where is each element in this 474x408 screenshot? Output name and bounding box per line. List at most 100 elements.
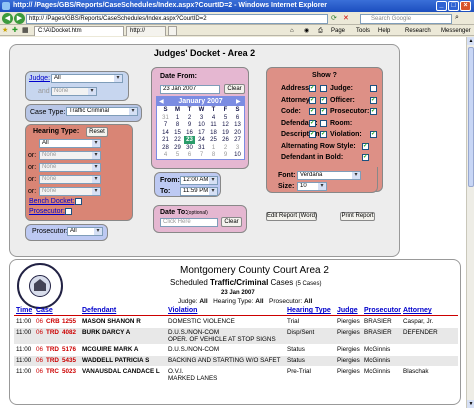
cell-case-number[interactable]: 4082: [62, 329, 76, 336]
feeds-icon[interactable]: ◉: [304, 26, 309, 36]
show-option-checkbox[interactable]: [320, 119, 327, 127]
back-button[interactable]: ◀: [2, 13, 13, 24]
time-to-select[interactable]: 11:59 PM: [180, 187, 218, 196]
calendar-day[interactable]: 8: [208, 151, 219, 159]
column-header[interactable]: Time: [16, 307, 32, 314]
show-option-checkbox[interactable]: ✓: [320, 131, 327, 138]
tab-docket[interactable]: C:\A\Docket.htm: [34, 26, 124, 36]
hearing-type-select[interactable]: All: [39, 139, 101, 148]
bench-docket-link[interactable]: Bench Docket:: [29, 198, 75, 205]
prosecutor-link[interactable]: Prosecutor:: [29, 208, 65, 215]
hearing-or-select[interactable]: None: [39, 187, 101, 196]
hearing-or-select[interactable]: None: [39, 163, 101, 172]
cell-case-number[interactable]: 5023: [62, 368, 76, 375]
date-from-input[interactable]: 23 Jan 2007: [160, 85, 220, 94]
cell-case-code[interactable]: TRC: [46, 368, 59, 375]
show-option-checkbox[interactable]: ✓: [309, 108, 316, 115]
date-from-clear-button[interactable]: Clear: [224, 84, 245, 94]
show-option-checkbox[interactable]: ✓: [370, 108, 377, 115]
vertical-scrollbar[interactable]: ▲ ▼: [466, 37, 474, 408]
research-button[interactable]: Research: [405, 26, 431, 36]
favorites-star-icon[interactable]: ★: [2, 26, 8, 34]
show-option-checkbox[interactable]: ✓: [309, 85, 316, 92]
cell-case-code[interactable]: TRD: [46, 357, 59, 364]
edit-report-button[interactable]: Edit Report (Word): [266, 212, 317, 221]
hearing-or-select[interactable]: None: [39, 175, 101, 184]
show-option-checkbox[interactable]: [320, 85, 327, 92]
hearing-type-label: Hearing Type:: [33, 128, 80, 135]
print-report-button[interactable]: Print Report: [340, 212, 375, 221]
messenger-button[interactable]: Messenger: [441, 26, 471, 36]
cell-case-code[interactable]: CRB: [46, 318, 60, 325]
close-button[interactable]: ×: [460, 1, 471, 11]
scroll-thumb[interactable]: [468, 47, 474, 187]
search-icon[interactable]: ⌕: [455, 14, 459, 22]
judge-select[interactable]: All: [51, 74, 123, 83]
court-title: Montgomery County Court Area 2: [180, 265, 329, 276]
tab-http[interactable]: http://: [126, 26, 166, 36]
cell-case-number[interactable]: 1255: [62, 318, 76, 325]
prosecutor-select[interactable]: All: [67, 227, 103, 236]
prosecutor-filter-checkbox[interactable]: [65, 208, 72, 215]
show-option-checkbox[interactable]: ✓: [362, 142, 369, 150]
cell-case-number[interactable]: 5435: [62, 357, 76, 364]
tools-menu[interactable]: Tools: [356, 26, 370, 36]
show-option-checkbox[interactable]: ✓: [370, 131, 377, 138]
minimize-button[interactable]: _: [436, 1, 447, 11]
calendar-day[interactable]: 9: [220, 151, 231, 159]
column-header[interactable]: Violation: [168, 307, 197, 314]
show-option-checkbox[interactable]: ✓: [320, 108, 327, 115]
bench-docket-checkbox[interactable]: [75, 198, 82, 205]
scroll-down-icon[interactable]: ▼: [467, 400, 474, 408]
show-option-checkbox[interactable]: ✓: [370, 96, 377, 104]
scroll-up-icon[interactable]: ▲: [467, 37, 474, 45]
calendar-day[interactable]: 4: [160, 151, 171, 159]
calendar-day[interactable]: 6: [184, 151, 195, 159]
show-option-checkbox[interactable]: ✓: [309, 131, 316, 138]
time-from-select[interactable]: 12:00 AM: [180, 176, 218, 185]
stop-icon[interactable]: ✕: [343, 14, 352, 24]
column-header[interactable]: Case: [36, 307, 53, 314]
reset-button[interactable]: Reset: [86, 127, 108, 137]
cell-case-code[interactable]: TRD: [46, 329, 59, 336]
column-header[interactable]: Defendant: [82, 307, 116, 314]
page-menu[interactable]: Page: [331, 26, 345, 36]
size-select[interactable]: 10: [297, 182, 327, 191]
cell-prosecutor: BRASIER: [364, 329, 392, 336]
forward-button[interactable]: ▶: [14, 13, 25, 24]
hearing-or-select[interactable]: None: [39, 151, 101, 160]
column-header[interactable]: Hearing Type: [287, 307, 331, 314]
calendar-day[interactable]: 10: [232, 151, 243, 159]
show-option-checkbox[interactable]: ✓: [320, 96, 327, 104]
case-type-select[interactable]: Traffic Criminal: [66, 107, 138, 116]
new-tab-button[interactable]: [168, 26, 177, 36]
calendar-day[interactable]: 5: [172, 151, 183, 159]
show-option-checkbox[interactable]: ✓: [362, 154, 369, 161]
calendar-next-icon[interactable]: ▶: [236, 98, 241, 105]
tab-list-icon[interactable]: ▦: [22, 26, 29, 34]
address-input[interactable]: http:// /Pages/GBS/Reports/CaseSchedules…: [26, 14, 328, 24]
judge-label[interactable]: Judge:: [29, 75, 50, 82]
home-icon[interactable]: ⌂: [290, 26, 294, 36]
judge-secondary-select[interactable]: None: [51, 87, 97, 96]
font-select[interactable]: Verdana: [297, 171, 361, 180]
column-header[interactable]: Judge: [337, 307, 358, 314]
show-option-checkbox[interactable]: ✓: [309, 119, 316, 127]
date-to-clear-button[interactable]: Clear: [221, 217, 242, 227]
maximize-button[interactable]: □: [448, 1, 459, 11]
date-to-input[interactable]: Click Here: [160, 218, 218, 227]
cell-case-code[interactable]: TRD: [46, 346, 59, 353]
cell-case-year: 06: [36, 346, 44, 353]
cell-prosecutor: BRASIER: [364, 318, 392, 325]
search-input[interactable]: Search Google: [360, 14, 452, 24]
show-option-checkbox[interactable]: [370, 85, 377, 92]
print-icon[interactable]: ⎙: [318, 26, 323, 36]
help-menu[interactable]: Help: [378, 26, 390, 36]
calendar-day[interactable]: 7: [196, 151, 207, 159]
refresh-icon[interactable]: ⟳: [331, 14, 340, 24]
column-header[interactable]: Prosecutor: [364, 307, 401, 314]
add-favorites-icon[interactable]: ✚: [12, 26, 18, 34]
show-option-checkbox[interactable]: ✓: [309, 96, 316, 104]
cell-case-number[interactable]: 5176: [62, 346, 76, 353]
column-header[interactable]: Attorney: [403, 307, 432, 314]
